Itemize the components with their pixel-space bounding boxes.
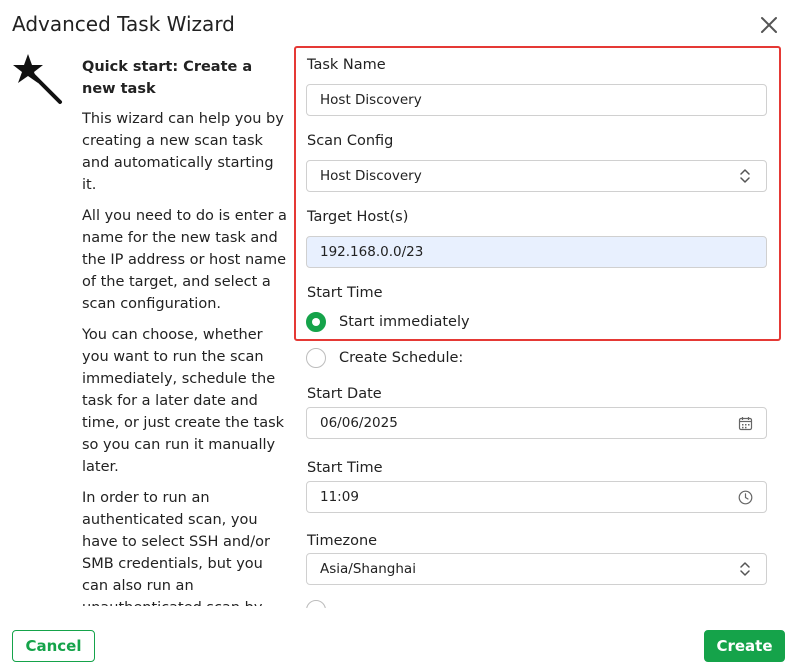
help-heading: Quick start: Create a new task — [82, 59, 253, 97]
close-icon[interactable] — [758, 14, 780, 36]
start-time-input[interactable]: 11:09 — [306, 481, 767, 513]
help-paragraph: This wizard can help you by creating a n… — [82, 111, 284, 193]
create-button[interactable]: Create — [704, 630, 785, 662]
start-time-section-label: Start Time — [307, 285, 383, 301]
start-time-value: 11:09 — [320, 489, 359, 505]
radio-checked[interactable] — [306, 312, 326, 332]
task-name-value: Host Discovery — [320, 92, 422, 108]
cancel-button[interactable]: Cancel — [12, 630, 95, 662]
task-name-input[interactable]: Host Discovery — [306, 84, 767, 116]
target-hosts-value: 192.168.0.0/23 — [320, 244, 424, 260]
chevron-updown-icon — [737, 561, 753, 577]
help-text: Quick start: Create a new task This wiza… — [82, 56, 288, 606]
help-paragraph: All you need to do is enter a name for t… — [82, 208, 287, 312]
start-date-label: Start Date — [307, 386, 382, 402]
timezone-select[interactable]: Asia/Shanghai — [306, 553, 767, 585]
radio-unchecked[interactable] — [306, 348, 326, 368]
target-hosts-input[interactable]: 192.168.0.0/23 — [306, 236, 767, 268]
create-schedule-label: Create Schedule: — [339, 350, 464, 366]
timezone-label: Timezone — [307, 533, 378, 549]
start-date-value: 06/06/2025 — [320, 415, 398, 431]
help-paragraph: In order to run an authenticated scan, y… — [82, 490, 270, 606]
start-date-input[interactable]: 06/06/2025 — [306, 407, 767, 439]
timezone-value: Asia/Shanghai — [320, 561, 416, 577]
start-immediately-label: Start immediately — [339, 314, 470, 330]
magic-wand-icon — [10, 52, 66, 108]
scan-config-select[interactable]: Host Discovery — [306, 160, 767, 192]
calendar-icon[interactable] — [737, 415, 753, 431]
task-name-label: Task Name — [307, 57, 386, 73]
target-hosts-label: Target Host(s) — [307, 209, 409, 225]
help-paragraph: You can choose, whether you want to run … — [82, 327, 285, 475]
clock-icon[interactable] — [737, 489, 753, 505]
radio-partially-hidden[interactable] — [306, 600, 326, 608]
dialog-title: Advanced Task Wizard — [12, 12, 235, 36]
start-immediately-radio[interactable]: Start immediately — [306, 312, 470, 332]
scan-config-label: Scan Config — [307, 133, 394, 149]
scan-config-value: Host Discovery — [320, 168, 422, 184]
start-time-label: Start Time — [307, 460, 383, 476]
chevron-updown-icon — [737, 168, 753, 184]
create-schedule-radio[interactable]: Create Schedule: — [306, 348, 463, 368]
